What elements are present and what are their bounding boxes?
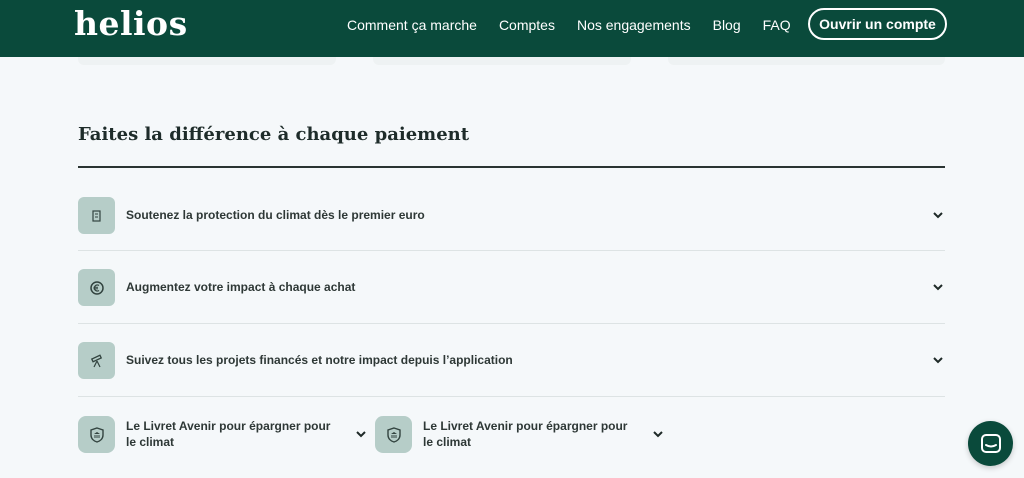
chevron-down-icon[interactable] (354, 427, 368, 441)
nav-link-faq[interactable]: FAQ (763, 17, 791, 33)
accordion-item-projets[interactable]: Suivez tous les projets financés et notr… (78, 323, 945, 397)
accordion-item-climat[interactable]: Soutenez la protection du climat dès le … (78, 177, 945, 251)
accordion-label: Le Livret Avenir pour épargner pour le c… (126, 419, 331, 449)
title-divider (78, 166, 945, 168)
accordion-item-impact[interactable]: Augmentez votre impact à chaque achat (78, 250, 945, 324)
main-nav: Comment ça marche Comptes Nos engagement… (347, 0, 813, 50)
bank-shield-icon (78, 416, 115, 453)
chat-launcher-button[interactable] (968, 421, 1013, 466)
accordion-item-livret-avenir[interactable]: Le Livret Avenir pour épargner pour le c… (375, 416, 665, 456)
accordion-label: Augmentez votre impact à chaque achat (126, 280, 356, 294)
helios-logo[interactable]: helios (74, 4, 188, 43)
telescope-icon (78, 342, 115, 379)
accordion-label: Suivez tous les projets financés et notr… (126, 353, 513, 367)
nav-link-blog[interactable]: Blog (713, 17, 741, 33)
chat-icon (980, 433, 1001, 453)
nav-link-comment-ca-marche[interactable]: Comment ça marche (347, 17, 477, 33)
accordion-item-livret-avenir[interactable]: Le Livret Avenir pour épargner pour le c… (78, 416, 368, 456)
nav-link-comptes[interactable]: Comptes (499, 17, 555, 33)
card-edge (373, 57, 631, 65)
chevron-down-icon[interactable] (931, 353, 945, 367)
card-edge (78, 57, 336, 65)
bank-shield-icon (375, 416, 412, 453)
section-title: Faites la différence à chaque paiement (78, 124, 470, 145)
document-icon (78, 197, 115, 234)
euro-coin-icon (78, 269, 115, 306)
chevron-down-icon[interactable] (651, 427, 665, 441)
open-account-button[interactable]: Ouvrir un compte (808, 8, 947, 40)
accordion-label: Soutenez la protection du climat dès le … (126, 208, 425, 222)
top-navigation-bar: helios Comment ça marche Comptes Nos eng… (0, 0, 1024, 57)
nav-link-nos-engagements[interactable]: Nos engagements (577, 17, 691, 33)
chevron-down-icon[interactable] (931, 280, 945, 294)
card-edge (668, 57, 945, 65)
accordion-label: Le Livret Avenir pour épargner pour le c… (423, 419, 628, 449)
chevron-down-icon[interactable] (931, 208, 945, 222)
